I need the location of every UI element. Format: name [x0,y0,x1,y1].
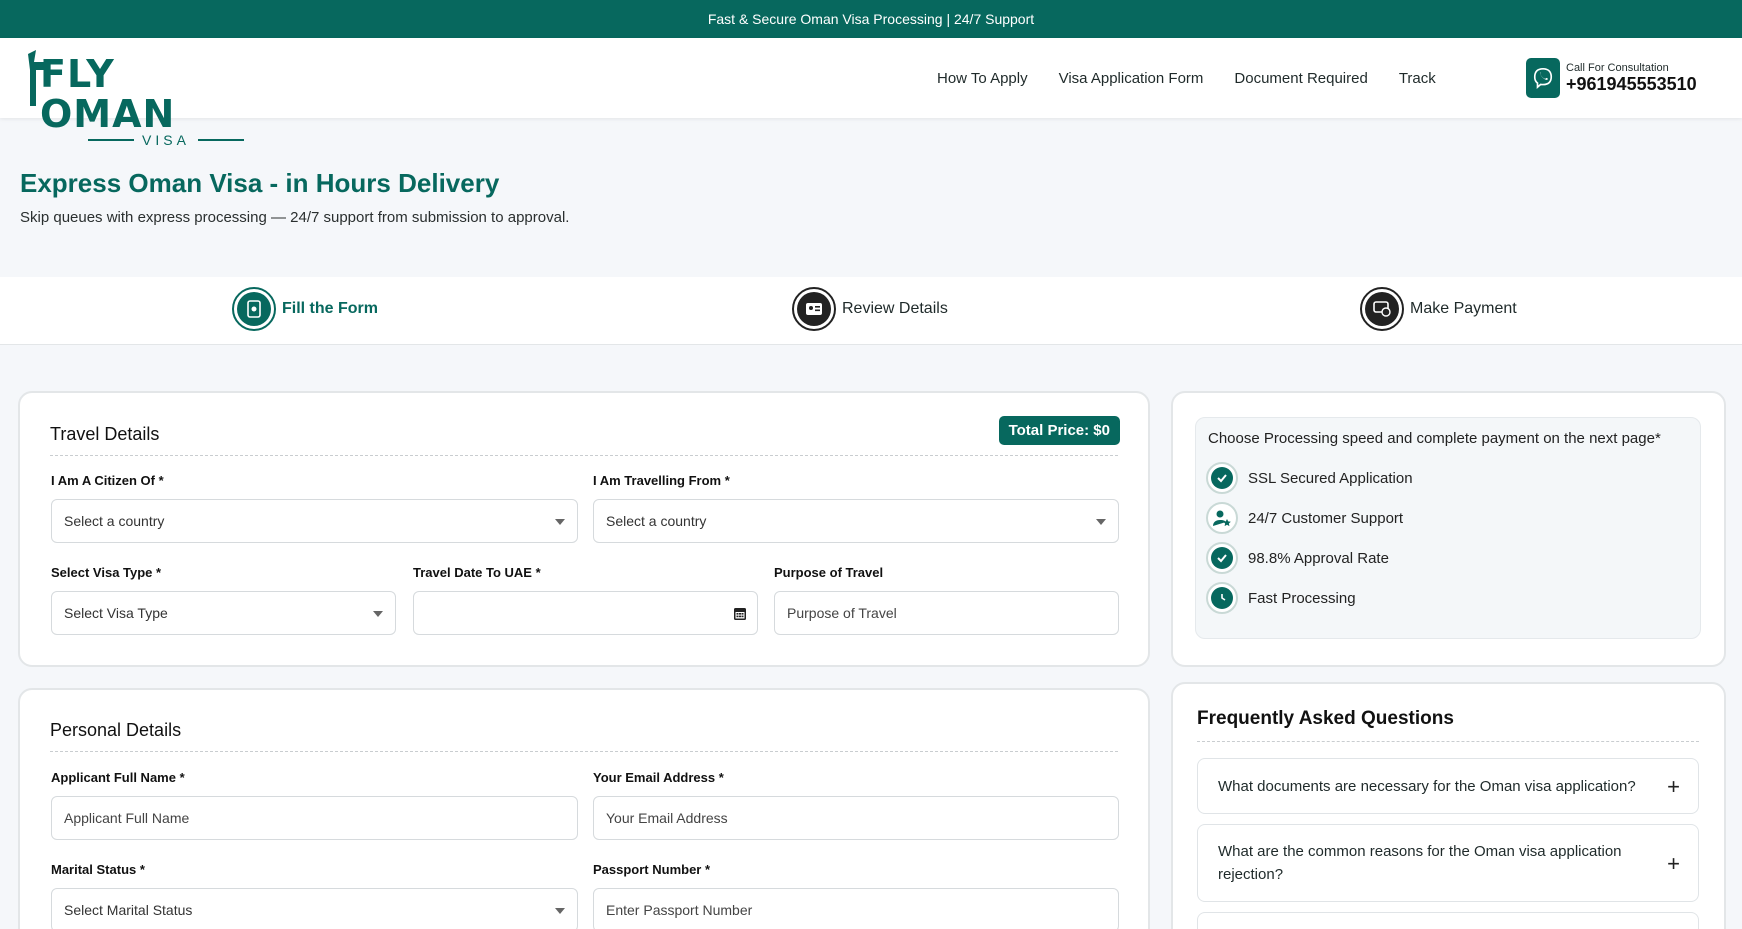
feature-approval-label: 98.8% Approval Rate [1248,549,1389,567]
step-review-details[interactable]: Review Details [792,287,948,331]
chevron-down-icon [555,519,565,525]
user-star-icon [1206,502,1238,534]
nav-track[interactable]: Track [1399,70,1436,87]
step-label-review: Review Details [842,300,948,317]
fast-clock-icon [1206,582,1238,614]
processing-info-card: Choose Processing speed and complete pay… [1171,391,1726,667]
citizen-select-value: Select a country [64,513,165,529]
feature-ssl-label: SSL Secured Application [1248,469,1413,487]
full-name-label: Applicant Full Name * [51,770,185,785]
travel-details-card: Travel Details Total Price: $0 I Am A Ci… [18,391,1150,667]
site-header: FLY OMAN VISA How To Apply Visa Applicat… [0,38,1742,148]
nav-how-to-apply[interactable]: How To Apply [937,70,1028,87]
consult-label: Call For Consultation [1566,61,1669,74]
chevron-down-icon [555,908,565,914]
purpose-placeholder: Purpose of Travel [787,605,897,621]
feature-approval: 98.8% Approval Rate [1206,542,1389,574]
plus-icon[interactable]: + [1667,852,1680,875]
faq-question-rejection: What are the common reasons for the Oman… [1218,843,1622,883]
form-icon [232,287,276,331]
faq-title: Frequently Asked Questions [1197,708,1454,729]
marital-status-select[interactable]: Select Marital Status [51,888,578,929]
email-placeholder: Your Email Address [606,810,728,826]
faq-item-rejection[interactable]: What are the common reasons for the Oman… [1197,824,1699,902]
calendar-icon [733,606,747,624]
step-fill-form[interactable]: Fill the Form [232,287,378,331]
faq-card: Frequently Asked Questions What document… [1171,682,1726,929]
main-nav: How To Apply Visa Application Form Docum… [937,38,1436,118]
travel-date-label: Travel Date To UAE * [413,565,541,580]
travelling-from-value: Select a country [606,513,707,529]
email-label: Your Email Address * [593,770,724,785]
progress-steps: Fill the Form Review Details Make Paymen… [0,277,1742,345]
logo-sub-text: VISA [142,132,190,148]
marital-status-value: Select Marital Status [64,902,193,918]
processing-info-box: Choose Processing speed and complete pay… [1195,417,1701,639]
passport-label: Passport Number * [593,862,711,877]
feature-fast-label: Fast Processing [1248,589,1356,607]
faq-question-documents: What documents are necessary for the Oma… [1218,777,1636,795]
processing-info-heading: Choose Processing speed and complete pay… [1208,430,1661,447]
visa-type-label: Select Visa Type * [51,565,162,580]
shield-check-icon [1206,462,1238,494]
passport-input[interactable]: Enter Passport Number [593,888,1119,929]
top-announcement-bar: Fast & Secure Oman Visa Processing | 24/… [0,0,1742,38]
faq-item-partial[interactable] [1197,912,1699,929]
travelling-from-label: I Am Travelling From * [593,473,730,488]
announcement-text: Fast & Secure Oman Visa Processing | 24/… [707,11,1035,27]
feature-support: 24/7 Customer Support [1206,502,1403,534]
visa-type-select[interactable]: Select Visa Type [51,591,396,635]
viber-phone-icon [1526,58,1560,98]
nav-document-required[interactable]: Document Required [1234,70,1367,87]
travel-date-input[interactable] [413,591,758,635]
total-price-badge: Total Price: $0 [998,416,1120,445]
chevron-down-icon [1096,519,1106,525]
faq-item-documents[interactable]: What documents are necessary for the Oma… [1197,758,1699,814]
page-subtitle: Skip queues with express processing — 24… [20,209,570,226]
visa-type-value: Select Visa Type [64,605,168,621]
marital-status-label: Marital Status * [51,862,145,877]
nav-visa-application-form[interactable]: Visa Application Form [1059,70,1204,87]
personal-details-title: Personal Details [50,720,182,740]
consult-phone[interactable]: +961945553510 [1566,74,1697,95]
consultation-contact[interactable]: Call For Consultation +961945553510 [1526,58,1697,98]
step-label-fill-form: Fill the Form [282,300,378,317]
email-input[interactable]: Your Email Address [593,796,1119,840]
travel-details-title: Travel Details [50,424,160,444]
purpose-input[interactable]: Purpose of Travel [774,591,1119,635]
feature-support-label: 24/7 Customer Support [1248,509,1404,527]
full-name-input[interactable]: Applicant Full Name [51,796,578,840]
citizen-label: I Am A Citizen Of * [51,473,164,488]
personal-details-card: Personal Details Applicant Full Name * A… [18,688,1150,929]
chevron-down-icon [373,611,383,617]
full-name-placeholder: Applicant Full Name [64,810,190,826]
id-card-icon [792,287,836,331]
passport-placeholder: Enter Passport Number [606,902,753,918]
feature-fast: Fast Processing [1206,582,1356,614]
travelling-from-select[interactable]: Select a country [593,499,1119,543]
citizen-select[interactable]: Select a country [51,499,578,543]
step-label-payment: Make Payment [1410,300,1517,317]
step-make-payment[interactable]: Make Payment [1360,287,1517,331]
purpose-label: Purpose of Travel [774,565,884,580]
feature-ssl: SSL Secured Application [1206,462,1413,494]
logo-main-text: FLY OMAN [40,52,176,136]
payment-icon [1360,287,1404,331]
page-title: Express Oman Visa - in Hours Delivery [20,168,500,198]
badge-check-icon [1206,542,1238,574]
site-logo[interactable]: FLY OMAN VISA [22,46,262,148]
plus-icon[interactable]: + [1667,775,1680,798]
